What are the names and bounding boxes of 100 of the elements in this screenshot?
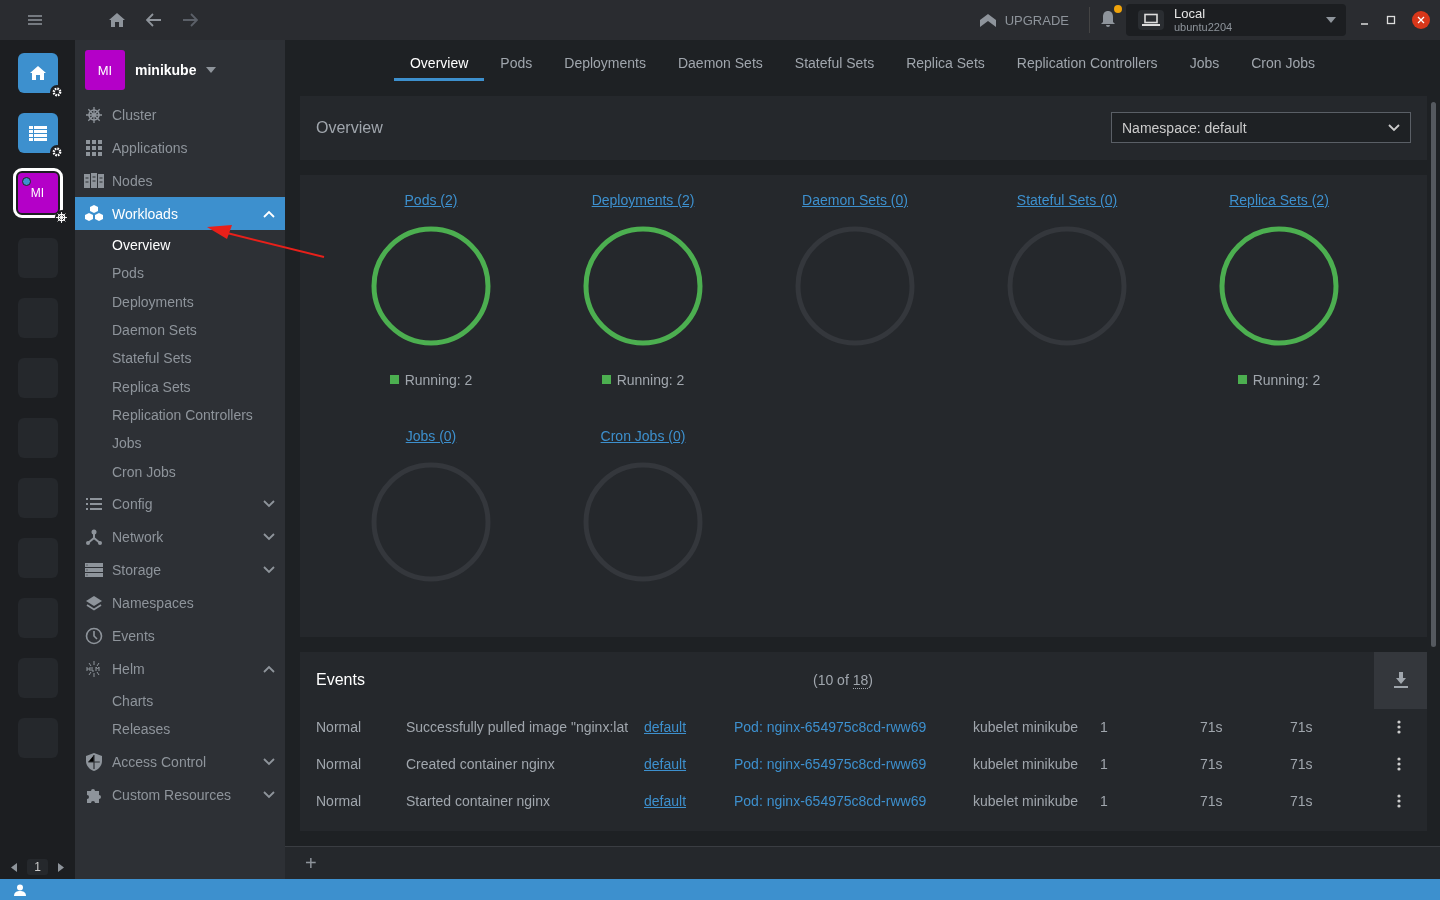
legend-label: Running: 2 [1252,371,1321,388]
upgrade-button[interactable]: UPGRADE [972,11,1075,29]
sidebar-item[interactable]: Namespaces [75,586,285,620]
legend-label: Running: 2 [404,371,473,388]
expand-chevron-icon[interactable] [263,500,275,509]
expand-chevron-icon[interactable] [263,566,275,575]
event-type: Normal [316,756,363,773]
grid-icon [86,139,102,156]
cluster-name[interactable]: minikube [135,62,197,78]
cluster-avatar-button[interactable]: MI [12,168,63,218]
download-button[interactable] [1374,651,1427,709]
event-age: 71s [1200,793,1224,810]
sidebar-item[interactable]: Events [75,619,285,653]
more-menu-icon[interactable] [1397,757,1401,772]
namespace-link[interactable]: default [644,719,734,736]
tab[interactable]: Jobs [1173,47,1236,81]
expand-chevron-icon[interactable] [263,790,275,799]
sidebar-item[interactable]: Nodes [75,164,285,197]
previous-icon[interactable] [11,862,18,872]
sidebar-subitem[interactable]: Replica Sets [75,372,285,401]
sidebar-item[interactable]: Workloads [75,197,285,230]
sidebar-subitem[interactable]: Overview [75,231,285,260]
expand-chevron-icon[interactable] [263,757,275,766]
next-icon[interactable] [57,862,64,872]
events-title: Events [315,671,366,690]
event-count: 1 [1100,756,1109,773]
home-icon [28,65,47,81]
helm-logo-icon [85,660,103,679]
event-source: kubelet minikube [973,719,1080,736]
workload-link[interactable]: Replica Sets (2) [1229,191,1329,210]
sidebar-subitem[interactable]: Cron Jobs [75,457,285,486]
tab[interactable]: Replica Sets [890,47,1001,81]
forward-icon[interactable] [182,13,198,27]
cubes-icon [85,205,103,222]
sidebar-item[interactable]: Custom Resources [75,778,285,812]
close-button[interactable] [1412,11,1430,29]
workload-link[interactable]: Deployments (2) [591,191,695,210]
expand-chevron-icon[interactable] [263,533,275,542]
collapse-chevron-icon[interactable] [263,665,275,674]
sidebar-item[interactable]: Config [75,487,285,521]
workload-link[interactable]: Cron Jobs (0) [600,427,686,446]
sidebar-subitem[interactable]: Stateful Sets [75,344,285,373]
sidebar-subitem[interactable]: Deployments [75,287,285,316]
sidebar-item[interactable]: Cluster [75,98,285,131]
more-menu-icon[interactable] [1397,794,1401,809]
legend-label: Running: 2 [616,371,685,388]
menu-icon[interactable] [28,15,42,25]
event-count: 1 [1100,793,1109,810]
scrollbar[interactable] [1431,102,1436,647]
bell-icon[interactable] [1100,9,1116,28]
sidebar-subitem[interactable]: Replication Controllers [75,400,285,430]
back-icon[interactable] [146,13,162,27]
sidebar-subitem[interactable]: Daemon Sets [75,315,285,345]
helm-wheel-icon [85,105,103,124]
event-source: kubelet minikube [973,793,1080,810]
catalog-button[interactable] [17,113,58,153]
workload-link[interactable]: Pods (2) [404,191,458,210]
more-menu-icon[interactable] [1397,720,1401,735]
workload-link[interactable]: Daemon Sets (0) [802,191,908,210]
sidebar-item[interactable]: Network [75,520,285,554]
sidebar-item[interactable]: Storage [75,553,285,587]
user-icon[interactable] [14,883,26,896]
sidebar-item[interactable]: Applications [75,131,285,164]
sidebar-item[interactable]: Helm [75,652,285,686]
sidebar-item[interactable]: Access Control [75,745,285,779]
network-icon [86,529,102,546]
event-message: Successfully pulled image "nginx:lat [406,719,630,736]
maximize-icon[interactable] [1386,15,1396,25]
dropdown-chevron-icon[interactable] [1388,123,1400,132]
workload-link[interactable]: Stateful Sets (0) [1016,191,1118,210]
sidebar-subitem[interactable]: Charts [75,686,285,715]
servers-icon [84,173,104,188]
dropdown-caret-icon [1326,17,1336,23]
tab[interactable]: Pods [484,47,549,81]
page-title: Overview [316,118,383,137]
context-selector[interactable]: Local ubuntu2204 [1126,4,1346,36]
shield-icon [86,752,102,771]
object-link[interactable]: Pod: nginx-654975c8cd-rww69 [734,756,973,773]
tab[interactable]: Stateful Sets [778,47,891,81]
dropdown-caret-icon[interactable] [206,67,217,73]
namespace-link[interactable]: default [644,793,734,810]
workload-link[interactable]: Jobs (0) [405,427,457,446]
gear-icon [51,147,62,157]
namespace-select[interactable]: Namespace: default [1111,112,1411,144]
tab[interactable]: Cron Jobs [1235,47,1331,81]
cluster-avatar: MI [85,50,125,90]
sidebar-subitem[interactable]: Pods [75,259,285,288]
tab[interactable]: Replication Controllers [1000,47,1174,81]
sidebar-subitem[interactable]: Jobs [75,429,285,458]
catalog-home-button[interactable] [17,53,58,93]
tab[interactable]: Daemon Sets [661,47,779,81]
tab[interactable]: Deployments [548,47,662,81]
tab[interactable]: Overview [394,47,485,81]
laptop-icon [1142,13,1160,27]
sidebar-subitem[interactable]: Releases [75,714,285,744]
namespace-link[interactable]: default [644,756,734,773]
object-link[interactable]: Pod: nginx-654975c8cd-rww69 [734,719,973,736]
object-link[interactable]: Pod: nginx-654975c8cd-rww69 [734,793,973,810]
add-tab-button[interactable]: + [305,853,317,873]
home-icon[interactable] [108,12,126,28]
